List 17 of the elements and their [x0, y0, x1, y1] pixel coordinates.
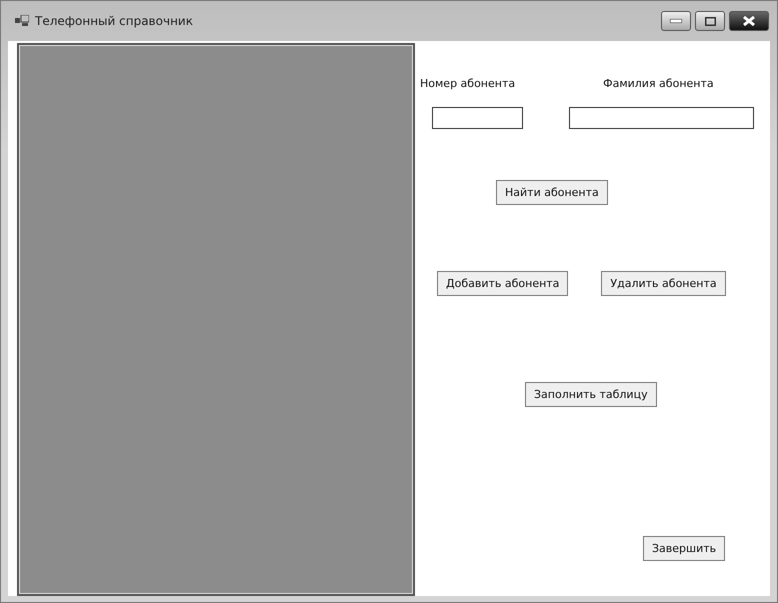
window-title: Телефонный справочник [35, 14, 194, 28]
input-field[interactable] [569, 107, 754, 129]
maximize-button[interactable] [695, 11, 725, 31]
close-button[interactable] [729, 11, 769, 31]
close-icon [743, 16, 755, 26]
maximize-icon [704, 16, 716, 26]
input-field[interactable] [432, 107, 523, 129]
app-icon [15, 15, 29, 27]
delete-button[interactable]: Удалить абонента [601, 271, 726, 296]
field-label: Номер абонента [420, 77, 516, 90]
minimize-button[interactable] [661, 11, 691, 31]
find-button[interactable]: Найти абонента [496, 180, 608, 205]
field-label: Фамилия абонента [603, 77, 714, 90]
add-button[interactable]: Добавить абонента [437, 271, 568, 296]
fill-button[interactable]: Заполнить таблицу [525, 382, 657, 407]
minimize-icon [670, 19, 682, 23]
finish-button[interactable]: Завершить [643, 536, 726, 561]
